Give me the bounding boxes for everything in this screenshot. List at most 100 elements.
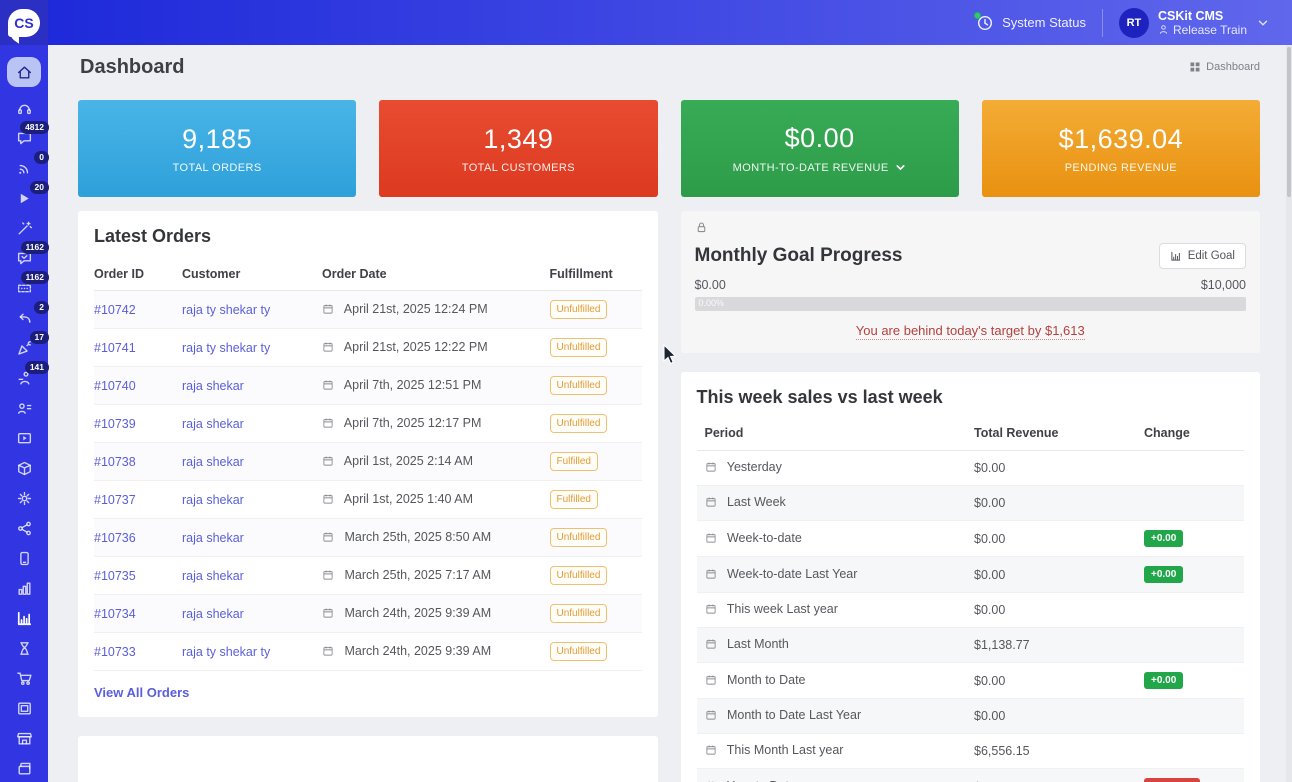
sidebar-item-billing[interactable] (7, 760, 41, 777)
sidebar-item-promotions[interactable]: 17 (7, 331, 49, 357)
scrollbar[interactable] (1286, 45, 1292, 782)
customer-link[interactable]: raja ty shekar ty (182, 645, 270, 659)
customer-link[interactable]: raja shekar (182, 607, 244, 621)
sidebar-item-storefront[interactable] (7, 730, 41, 747)
sidebar-item-contacts[interactable] (7, 400, 41, 417)
calendar-icon (322, 303, 334, 318)
order-id-link[interactable]: #10742 (94, 303, 136, 317)
customer-link[interactable]: raja shekar (182, 531, 244, 545)
headset-icon (17, 104, 31, 115)
wallet-icon (17, 762, 31, 775)
customer-link[interactable]: raja shekar (182, 493, 244, 507)
page-title: Dashboard (80, 55, 185, 78)
view-all-orders-link[interactable]: View All Orders (94, 685, 189, 700)
change-badge: +0.00 (1144, 566, 1184, 583)
account-menu[interactable]: RT CSKit CMS Release Train (1118, 7, 1270, 38)
stat-label: PENDING REVENUE (1064, 161, 1178, 174)
sidebar-item-replies[interactable]: 2 (7, 301, 49, 327)
video-player-icon (17, 433, 31, 444)
sidebar-item-media[interactable] (7, 430, 41, 447)
period-row: Week-to-date Last Year $0.00 +0.00 (696, 556, 1244, 593)
order-id-link[interactable]: #10735 (94, 569, 136, 583)
stat-card-pending-revenue[interactable]: $1,639.04 PENDING REVENUE (981, 100, 1260, 197)
order-id-link[interactable]: #10739 (94, 417, 136, 431)
revenue-value: $0.00 (974, 662, 1144, 699)
sidebar-item-orders[interactable] (7, 670, 41, 687)
period-label: Year to Date (727, 779, 796, 782)
next-widget-panel (78, 736, 658, 782)
badge-count: 1162 (20, 241, 49, 254)
chevron-down-icon[interactable] (894, 161, 907, 174)
calendar-icon (705, 461, 717, 476)
sidebar-item-history[interactable] (7, 640, 41, 657)
badge-count: 0 (34, 151, 49, 164)
goal-progress-label: 0.00% (698, 298, 725, 308)
breadcrumb-label: Dashboard (1206, 61, 1260, 73)
revenue-value: $0.00 (974, 592, 1144, 628)
fulfillment-badge: Unfulfilled (549, 566, 608, 585)
period-row: Week-to-date $0.00 +0.00 (696, 520, 1244, 557)
order-id-link[interactable]: #10741 (94, 341, 136, 355)
customer-link[interactable]: raja ty shekar ty (182, 303, 270, 317)
sidebar-item-conversations[interactable]: 1162 (7, 241, 49, 267)
order-date: April 1st, 2025 1:40 AM (343, 491, 474, 506)
column-header-order-date: Order Date (322, 259, 550, 291)
sidebar-item-products[interactable] (7, 460, 41, 477)
week-sales-title: This week sales vs last week (696, 387, 943, 407)
customer-link[interactable]: raja shekar (182, 455, 244, 469)
contacts-icon (17, 403, 31, 414)
period-row: Year to Date $4,339.09 -7,154.06 (696, 768, 1244, 782)
order-row: #10735 raja shekar March 25th, 2025 7:17… (94, 556, 642, 595)
customer-link[interactable]: raja shekar (182, 569, 244, 583)
sidebar-item-automation[interactable] (7, 220, 41, 237)
sidebar-item-home[interactable] (7, 57, 41, 87)
cs-logo-icon: CS (8, 8, 40, 37)
avatar: RT (1118, 7, 1149, 38)
column-header-period: Period (696, 418, 974, 451)
play-icon (20, 193, 29, 204)
period-row: Last Week $0.00 (696, 485, 1244, 521)
customer-link[interactable]: raja shekar (182, 379, 244, 393)
sidebar-item-integrations[interactable] (7, 520, 41, 537)
sidebar-item-campaigns[interactable]: 20 (7, 181, 49, 207)
sidebar-item-reports[interactable] (7, 580, 41, 597)
order-id-link[interactable]: #10737 (94, 493, 136, 507)
sidebar-item-pages[interactable] (7, 700, 41, 717)
stat-card-total-orders[interactable]: 9,185 TOTAL ORDERS (78, 100, 357, 197)
sidebar-item-messages[interactable]: 4812 (7, 121, 49, 147)
breadcrumb[interactable]: Dashboard (1189, 61, 1260, 73)
period-row: Month to Date $0.00 +0.00 (696, 662, 1244, 699)
stat-card-total-customers[interactable]: 1,349 TOTAL CUSTOMERS (379, 100, 658, 197)
calendar-icon (705, 496, 717, 511)
stat-value: 1,349 (483, 123, 554, 154)
sidebar-item-support[interactable] (7, 100, 41, 117)
order-id-link[interactable]: #10733 (94, 645, 136, 659)
order-id-link[interactable]: #10738 (94, 455, 136, 469)
calendar-icon (322, 645, 334, 660)
goal-min: $0.00 (694, 278, 726, 292)
sidebar-item-settings[interactable] (7, 490, 41, 507)
sidebar-item-visitors[interactable]: 141 (7, 361, 49, 387)
lock-icon (695, 221, 708, 238)
stat-card-mtd-revenue[interactable]: $0.00 MONTH-TO-DATE REVENUE (680, 100, 959, 197)
system-status-button[interactable]: System Status (974, 11, 1086, 32)
hourglass-icon (19, 642, 29, 655)
order-id-link[interactable]: #10736 (94, 531, 136, 545)
column-header-fulfillment: Fulfillment (549, 259, 642, 291)
order-row: #10738 raja shekar April 1st, 2025 2:14 … (94, 442, 642, 481)
order-id-link[interactable]: #10740 (94, 379, 136, 393)
sidebar-item-mobile[interactable] (7, 550, 41, 567)
sidebar-item-broadcasts[interactable]: 0 (7, 151, 49, 177)
customer-link[interactable]: raja ty shekar ty (182, 341, 270, 355)
app-logo[interactable]: CS (0, 0, 48, 45)
scrollbar-thumb[interactable] (1287, 47, 1291, 197)
customer-link[interactable]: raja shekar (182, 417, 244, 431)
order-id-link[interactable]: #10734 (94, 607, 136, 621)
main-content: 9,185 TOTAL ORDERS 1,349 TOTAL CUSTOMERS… (48, 89, 1292, 782)
edit-goal-button[interactable]: Edit Goal (1158, 243, 1246, 269)
sidebar-item-analytics-dashboard[interactable] (7, 610, 41, 627)
calendar-icon (705, 709, 717, 724)
system-status-clock-icon (974, 11, 994, 32)
gear-icon (17, 491, 31, 506)
sidebar-item-chat-queue[interactable]: 1162 (7, 271, 49, 297)
